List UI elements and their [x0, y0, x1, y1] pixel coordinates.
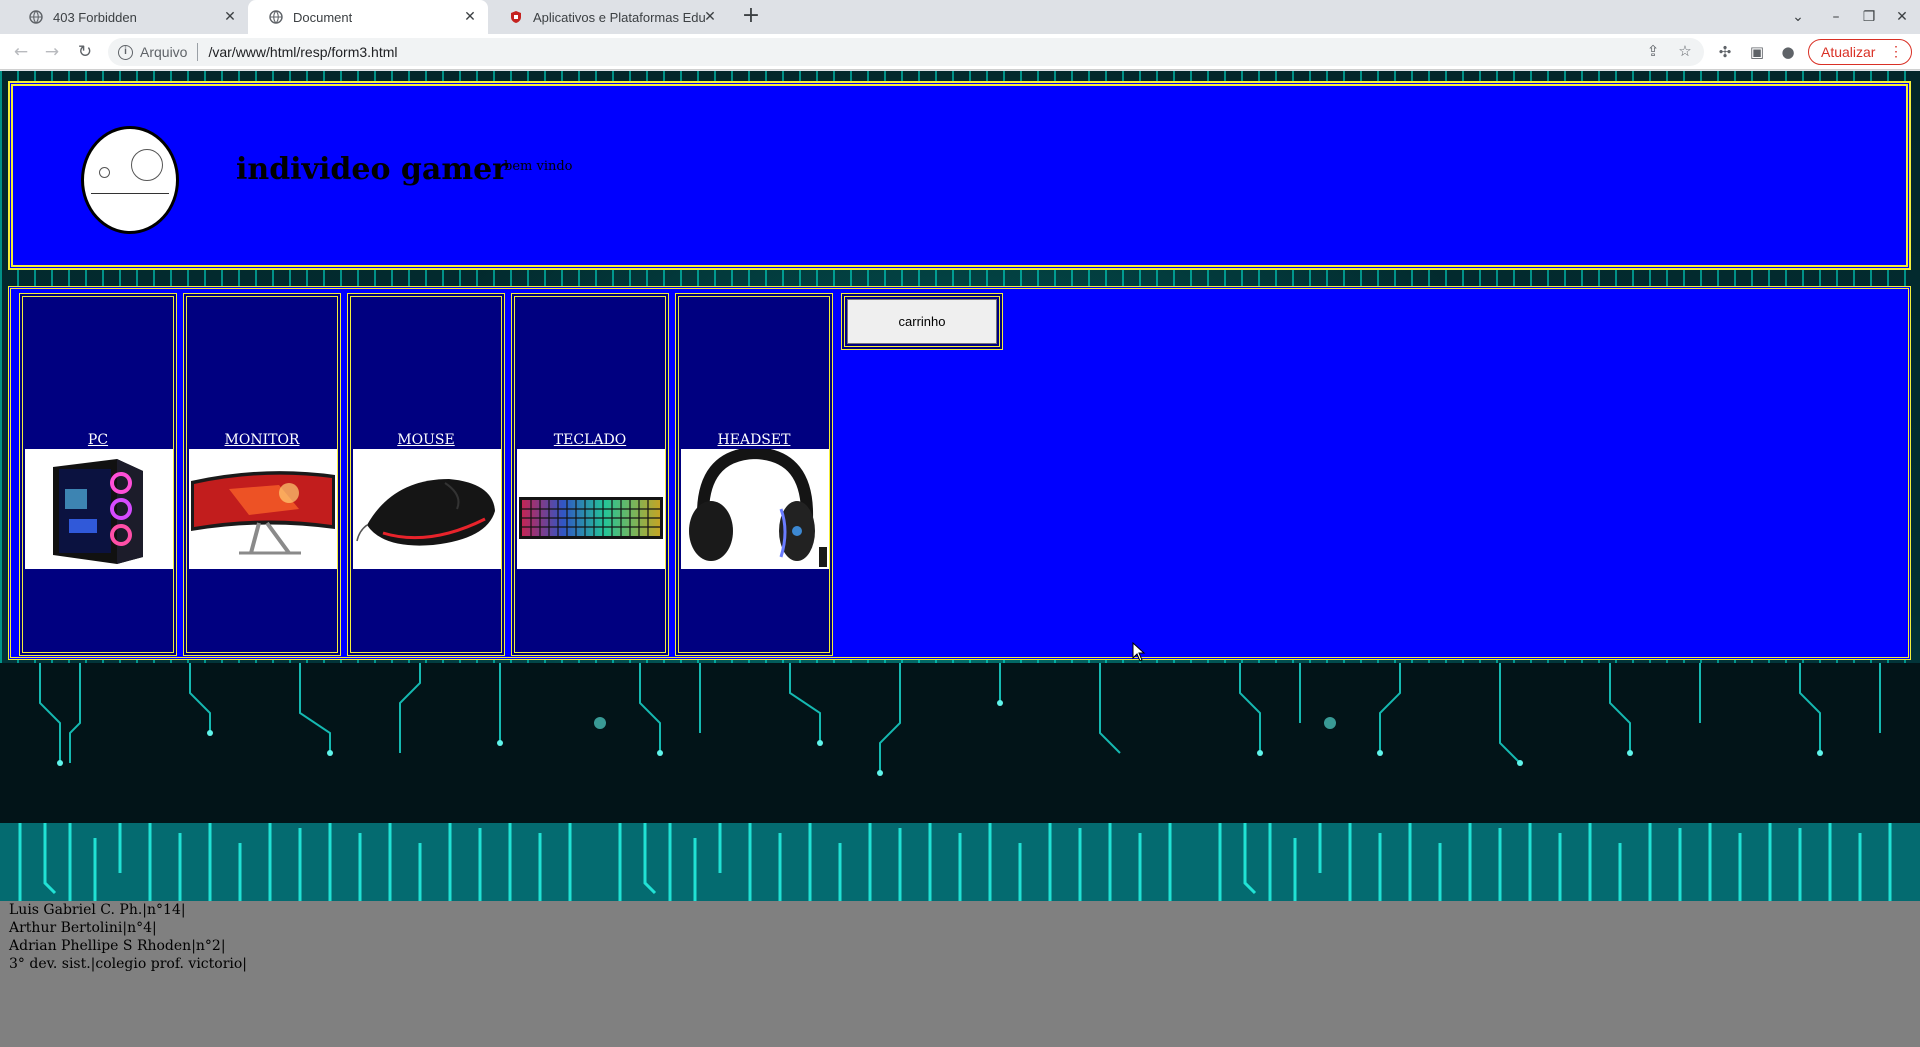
logo-eye-right: [131, 149, 163, 181]
reload-icon[interactable]: ↻: [73, 40, 97, 64]
product-panel: PC MONITOR MOUSE TECLADO HEADSET carrinh…: [8, 286, 1911, 660]
product-card-pc: PC: [19, 293, 177, 656]
close-icon[interactable]: ✕: [702, 9, 718, 25]
footer-line: Luis Gabriel C. Ph.|n°14|: [9, 902, 186, 918]
update-button-label: Atualizar: [1821, 44, 1876, 60]
info-icon[interactable]: i: [118, 44, 133, 60]
product-link-monitor[interactable]: MONITOR: [187, 432, 337, 448]
footer-line: Arthur Bertolini|n°4|: [9, 920, 157, 936]
tab-document[interactable]: Document ✕: [248, 0, 488, 34]
minimize-icon[interactable]: –: [1824, 6, 1848, 28]
cart-button[interactable]: carrinho: [841, 293, 1003, 350]
product-card-mouse: MOUSE: [347, 293, 505, 656]
product-card-headset: HEADSET: [675, 293, 833, 656]
tab-title: Document: [293, 9, 353, 25]
product-card-monitor: MONITOR: [183, 293, 341, 656]
close-icon[interactable]: ✕: [462, 9, 478, 25]
share-icon[interactable]: ⇪: [1643, 42, 1663, 62]
tab-aplicativos[interactable]: Aplicativos e Plataformas Edu ✕: [488, 0, 728, 34]
monitor-image[interactable]: [189, 449, 337, 569]
headset-image[interactable]: [681, 449, 829, 569]
browser-toolbar: ← → ↻ i Arquivo /var/www/html/resp/form3…: [0, 34, 1920, 70]
logo-face-icon: [81, 126, 179, 234]
site-header: individeo gamer bem vindo: [8, 81, 1911, 270]
logo-eye-left: [99, 167, 110, 178]
product-card-keyboard: TECLADO: [511, 293, 669, 656]
globe-icon: [28, 9, 44, 25]
cart-button-label: carrinho: [847, 299, 997, 344]
puzzle-icon[interactable]: ✣: [1715, 42, 1735, 62]
star-icon[interactable]: ☆: [1675, 42, 1695, 62]
tab-strip: 403 Forbidden ✕ Document ✕ Aplicativos e…: [0, 0, 1920, 34]
tab-title: Aplicativos e Plataformas Edu: [533, 9, 706, 25]
forward-arrow-icon[interactable]: →: [40, 40, 64, 64]
tab-403-forbidden[interactable]: 403 Forbidden ✕: [8, 0, 248, 34]
product-link-keyboard[interactable]: TECLADO: [515, 432, 665, 448]
site-footer: Luis Gabriel C. Ph.|n°14| Arthur Bertoli…: [0, 901, 1920, 1047]
tab-title: 403 Forbidden: [53, 9, 137, 25]
mouse-cursor-icon: [1132, 642, 1146, 662]
logo-mouth: [91, 193, 169, 194]
address-bar[interactable]: i Arquivo /var/www/html/resp/form3.html …: [108, 38, 1704, 66]
url-text[interactable]: /var/www/html/resp/form3.html: [208, 44, 397, 60]
circuit-background: [0, 663, 1920, 901]
back-arrow-icon[interactable]: ←: [9, 40, 33, 64]
product-link-pc[interactable]: PC: [23, 432, 173, 448]
keyboard-image[interactable]: [517, 449, 665, 569]
shield-icon: [508, 9, 524, 25]
footer-line: 3° dev. sist.|colegio prof. victorio|: [9, 956, 248, 972]
side-panel-icon[interactable]: ▣: [1747, 42, 1767, 62]
mouse-image[interactable]: [353, 449, 501, 569]
footer-line: Adrian Phellipe S Rhoden|n°2|: [9, 938, 226, 954]
pc-tower-image[interactable]: [25, 449, 173, 569]
product-link-headset[interactable]: HEADSET: [679, 432, 829, 448]
close-icon[interactable]: ✕: [222, 9, 238, 25]
restore-icon[interactable]: ❐: [1857, 6, 1881, 28]
scheme-label: Arquivo: [140, 44, 188, 60]
update-button[interactable]: Atualizar ⋮: [1808, 39, 1912, 65]
profile-icon[interactable]: ●: [1778, 42, 1798, 62]
tab-search-icon[interactable]: ⌄: [1786, 6, 1810, 28]
omnibox-divider: [197, 43, 199, 61]
new-tab-button[interactable]: +: [737, 4, 765, 30]
page-title: individeo gamer: [236, 152, 508, 187]
product-link-mouse[interactable]: MOUSE: [351, 432, 501, 448]
close-window-icon[interactable]: ✕: [1890, 6, 1914, 28]
welcome-text: bem vindo: [504, 159, 573, 174]
globe-icon: [268, 9, 284, 25]
more-vertical-icon[interactable]: ⋮: [1889, 43, 1903, 60]
